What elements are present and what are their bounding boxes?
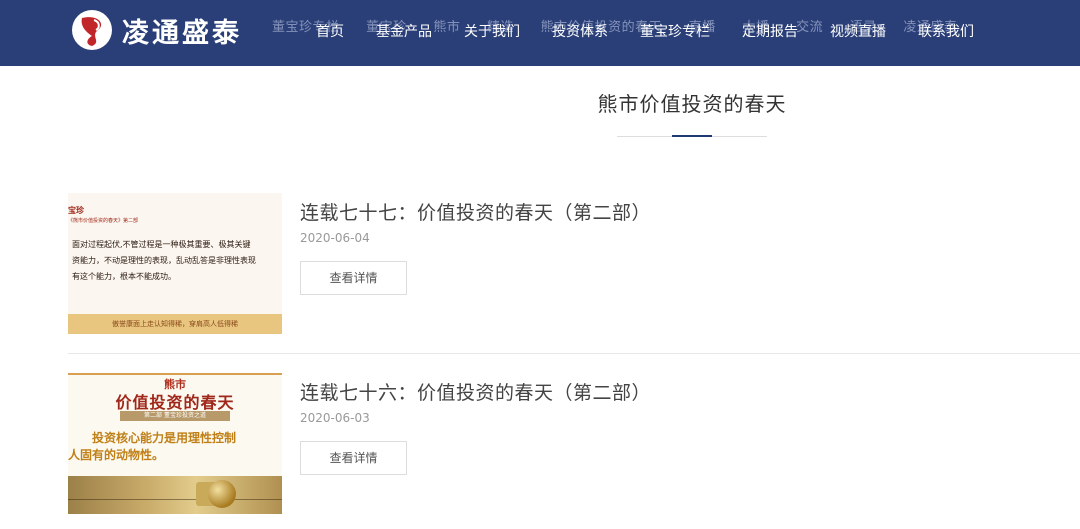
thumbnail-footer-text: 傲誉康面上走认知得稀，穿肩高人低得稀 (68, 314, 282, 334)
view-details-button[interactable]: 查看详情 (300, 441, 407, 475)
logo-text: 凌通盛泰 (122, 17, 242, 49)
thumbnail-line: 投资核心能力是用理性控制 (92, 431, 237, 445)
article-item: 熊市 价值投资的春天 第二部 董宝珍投资之道 投资核心能力是用理性控制 人固有的… (68, 373, 1080, 529)
nav-item-video-live[interactable]: 视频直播 (814, 0, 902, 66)
site-logo[interactable]: 凌通盛泰 (72, 10, 242, 50)
thumbnail-top-bar (68, 373, 282, 375)
nav-item-column[interactable]: 董宝珍专栏 (624, 0, 726, 66)
title-divider-accent (672, 135, 712, 137)
page-title: 熊市价值投资的春天 (597, 92, 787, 116)
article-title[interactable]: 连载七十七：价值投资的春天（第二部） (300, 198, 651, 225)
thumbnail-line: 人固有的动物性。 (68, 448, 165, 462)
article-thumbnail[interactable]: 熊市 价值投资的春天 第二部 董宝珍投资之道 投资核心能力是用理性控制 人固有的… (68, 373, 282, 514)
thumbnail-heading: 宝珍 (68, 205, 84, 215)
thumbnail-subheading: 《熊市价值投资的春天》第二部 (68, 218, 139, 224)
article-thumbnail[interactable]: 宝珍 《熊市价值投资的春天》第二部 面对过程起伏,不管过程是一种极其重要、极其关… (68, 193, 282, 334)
nav-item-periodic-reports[interactable]: 定期报告 (726, 0, 814, 66)
nav-item-home[interactable]: 首页 (300, 0, 360, 66)
main-nav: 首页 基金产品 关于我们 投资体系 董宝珍专栏 定期报告 视频直播 联系我们 (300, 0, 990, 66)
thumbnail-image-strip (68, 476, 282, 514)
globe-icon (208, 480, 236, 508)
thumbnail-tag: 第二部 董宝珍投资之道 (120, 411, 230, 421)
nav-item-fund-products[interactable]: 基金产品 (360, 0, 448, 66)
nav-item-investment-system[interactable]: 投资体系 (536, 0, 624, 66)
nav-item-about-us[interactable]: 关于我们 (448, 0, 536, 66)
article-title[interactable]: 连载七十六：价值投资的春天（第二部） (300, 378, 651, 405)
thumbnail-big-heading: 价值投资的春天 (115, 393, 235, 412)
article-date: 2020-06-03 (300, 411, 370, 425)
site-header: 董宝珍专栏 董宝珍 熊市 精选 熊市价值投资的春天 直播 大播 交流 语录 凌通… (0, 0, 1080, 66)
logo-emblem-icon (72, 10, 112, 50)
view-details-button[interactable]: 查看详情 (300, 261, 407, 295)
thumbnail-strip-line (68, 499, 282, 500)
nav-item-contact-us[interactable]: 联系我们 (902, 0, 990, 66)
article-date: 2020-06-04 (300, 231, 370, 245)
article-item: 宝珍 《熊市价值投资的春天》第二部 面对过程起伏,不管过程是一种极其重要、极其关… (68, 193, 1080, 354)
thumbnail-body-text: 面对过程起伏,不管过程是一种极其重要、极其关键 资能力，不动是理性的表现，乱动乱… (72, 240, 256, 281)
